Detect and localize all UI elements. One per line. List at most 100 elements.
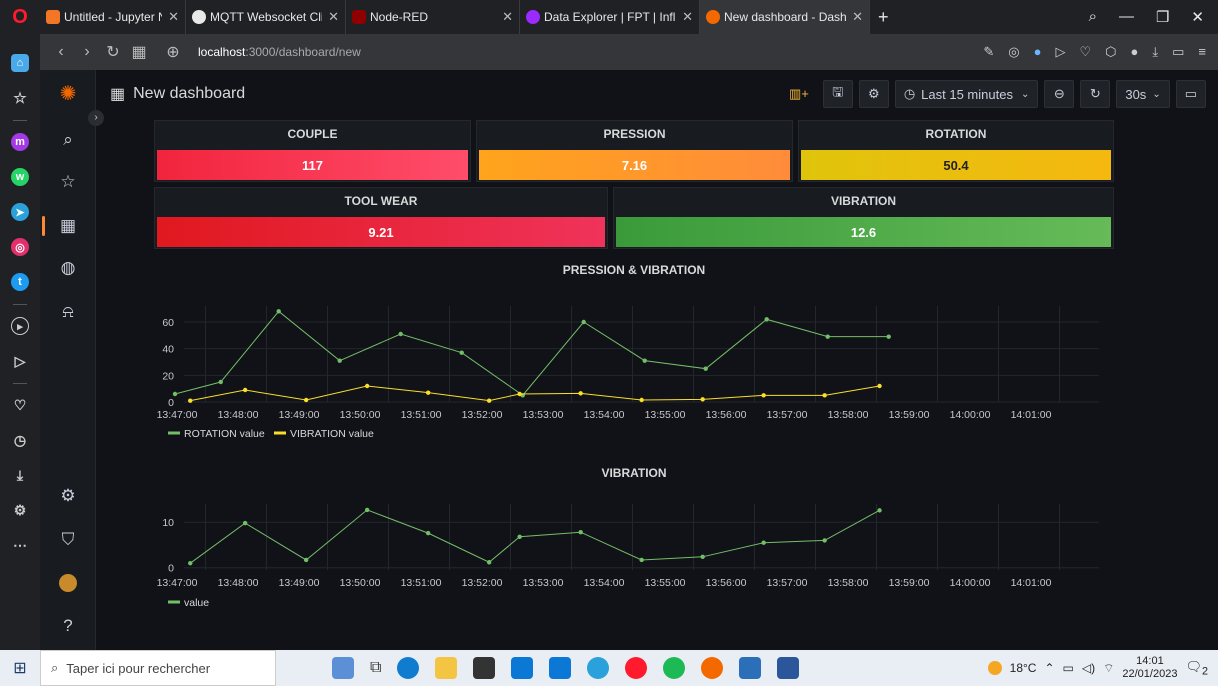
wifi-icon[interactable]: ⌔ [1103, 661, 1114, 676]
menu-icon[interactable]: ≡ [1198, 44, 1206, 60]
weather-sun-icon[interactable] [987, 661, 1002, 675]
close-icon[interactable]: ✕ [168, 9, 179, 25]
back-icon[interactable]: ‹ [48, 43, 74, 61]
save-dashboard-button[interactable]: 🖫 [822, 80, 853, 108]
data-point[interactable] [700, 397, 705, 402]
close-icon[interactable]: ✕ [502, 9, 513, 25]
search-icon[interactable]: ⌕ [1089, 8, 1097, 26]
reload-icon[interactable]: ↻ [100, 42, 126, 62]
data-point[interactable] [642, 358, 647, 363]
mail-icon[interactable] [549, 657, 572, 679]
heart-icon[interactable]: ♡ [11, 396, 29, 414]
data-point[interactable] [218, 379, 223, 385]
data-point[interactable] [188, 560, 193, 566]
notifications-icon[interactable]: 🗨2 [1185, 659, 1208, 678]
data-point[interactable] [877, 508, 882, 513]
heart-icon[interactable]: ♡ [1079, 44, 1091, 60]
opera-icon[interactable] [625, 657, 648, 679]
player-icon[interactable]: ▸ [11, 317, 29, 335]
send-icon[interactable]: ▷ [1055, 44, 1065, 60]
stat-panel-vibration[interactable]: VIBRATION 12.6 [613, 187, 1114, 249]
close-icon[interactable]: ✕ [852, 9, 863, 25]
app-icon[interactable] [701, 657, 724, 679]
starred-icon[interactable]: ☆ [58, 172, 78, 192]
instagram-icon[interactable]: ◎ [11, 238, 29, 256]
url-field[interactable]: localhost:3000/dashboard/new [198, 45, 361, 59]
refresh-button[interactable]: ↻ [1080, 80, 1111, 108]
close-window-icon[interactable]: ✕ [1191, 8, 1204, 26]
data-point[interactable] [364, 383, 370, 389]
alerting-icon[interactable]: ⍾ [58, 302, 78, 322]
spotify-icon[interactable] [663, 657, 686, 679]
data-point[interactable] [578, 530, 583, 535]
chevron-up-icon[interactable]: ⌃ [1044, 661, 1054, 675]
messenger-icon[interactable]: m [11, 133, 29, 151]
dashboards-icon[interactable]: ▦ [58, 216, 78, 236]
tab-influx[interactable]: Data Explorer | FPT | Influx ✕ [520, 0, 700, 34]
data-point[interactable] [761, 540, 766, 545]
extensions-icon[interactable]: ⬡ [1105, 44, 1116, 60]
star-icon[interactable]: ☆ [11, 89, 29, 107]
data-point[interactable] [639, 557, 644, 563]
data-point[interactable] [303, 397, 309, 403]
news-widget-icon[interactable] [332, 657, 354, 679]
dashboard-title[interactable]: ▦ New dashboard [110, 84, 245, 104]
data-point[interactable] [517, 391, 522, 397]
flow-icon[interactable]: ▷ [11, 352, 29, 370]
file-explorer-icon[interactable] [435, 657, 458, 679]
tab-grafana[interactable]: New dashboard - Dashboa ✕ [700, 0, 870, 34]
camera-icon[interactable]: ◎ [1008, 44, 1019, 60]
tool-icon[interactable] [739, 657, 762, 679]
tab-node-red[interactable]: Node-RED ✕ [346, 0, 520, 34]
data-point[interactable] [303, 557, 309, 563]
data-point[interactable] [578, 391, 583, 396]
opera-logo-icon[interactable]: O [0, 0, 40, 34]
close-icon[interactable]: ✕ [328, 9, 339, 25]
refresh-interval-picker[interactable]: 30s ⌄ [1116, 80, 1170, 108]
dashboard-settings-button[interactable]: ⚙ [858, 80, 889, 108]
data-point[interactable] [242, 387, 248, 393]
task-view-icon[interactable]: ⧉ [370, 659, 381, 677]
data-point[interactable] [425, 530, 431, 536]
history-icon[interactable]: ◷ [11, 431, 29, 449]
timeseries-panel-vibration[interactable]: VIBRATION 13:47:00 13:48:00 13:49:00 13:50:… [154, 458, 1114, 618]
volume-icon[interactable]: ◁) [1082, 661, 1095, 675]
data-point[interactable] [425, 390, 431, 395]
home-icon[interactable]: ⌂ [11, 54, 29, 72]
stat-panel-tool-wear[interactable]: TOOL WEAR 9.21 [154, 187, 608, 249]
zoom-out-button[interactable]: ⊖ [1044, 80, 1075, 108]
tabs-grid-icon[interactable]: ▦ [126, 42, 152, 62]
server-admin-icon[interactable]: ⛉ [58, 530, 78, 550]
timeseries-panel-pression-vibration[interactable]: PRESSION & VIBRATION 13:47:00 13:48:00 13:… [154, 256, 1114, 446]
tab-mqtt[interactable]: MQTT Websocket Client ✕ [186, 0, 346, 34]
help-icon[interactable]: ? [58, 616, 78, 636]
data-point[interactable] [337, 358, 342, 363]
data-point[interactable] [822, 393, 827, 398]
battery-icon[interactable]: ▭ [1172, 44, 1184, 60]
data-point[interactable] [825, 334, 830, 339]
data-point[interactable] [703, 366, 708, 371]
store-icon[interactable] [511, 657, 534, 679]
minimize-icon[interactable]: — [1119, 8, 1134, 26]
close-icon[interactable]: ✕ [682, 9, 693, 25]
user-avatar-icon[interactable] [58, 574, 78, 594]
stat-panel-pression[interactable]: PRESSION 7.16 [476, 120, 793, 182]
data-point[interactable] [700, 554, 705, 559]
telegram-icon[interactable] [587, 657, 610, 679]
restore-icon[interactable]: ❐ [1156, 8, 1169, 26]
word-icon[interactable] [777, 657, 800, 679]
grafana-logo-icon[interactable]: ✺ [58, 84, 78, 104]
legend-label[interactable]: VIBRATION value [290, 428, 374, 440]
add-panel-button[interactable]: ▥+ [781, 80, 817, 108]
data-point[interactable] [761, 393, 766, 398]
edge-icon[interactable] [397, 657, 420, 679]
site-info-icon[interactable]: ⊕ [160, 42, 186, 62]
forward-icon[interactable]: › [74, 43, 100, 61]
more-icon[interactable]: ⋯ [11, 536, 29, 554]
download-icon[interactable]: ⤓ [11, 466, 29, 484]
profile-icon[interactable]: ● [1131, 44, 1139, 60]
terminal-icon[interactable] [473, 657, 496, 679]
time-picker-button[interactable]: ◷ Last 15 minutes ⌄ [894, 80, 1039, 108]
data-point[interactable] [822, 538, 827, 543]
shield-icon[interactable]: ● [1034, 44, 1042, 60]
